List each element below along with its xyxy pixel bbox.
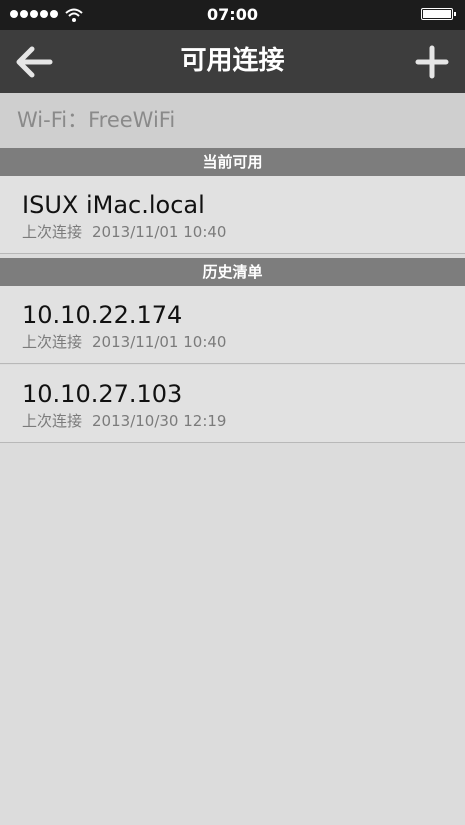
wifi-status-row: Wi-Fi：FreeWiFi [0, 93, 465, 148]
last-connected-label: 上次连接 [22, 223, 83, 241]
connection-name: 10.10.27.103 [22, 380, 183, 408]
list-item[interactable]: 10.10.27.103 上次连接 2013/10/30 12:19 [0, 365, 465, 443]
last-connected-time: 2013/11/01 10:40 [92, 223, 227, 241]
last-connected-time: 2013/10/30 12:19 [92, 412, 227, 430]
last-connected-label: 上次连接 [22, 412, 83, 430]
last-connected: 上次连接 2013/10/30 12:19 [22, 411, 226, 431]
status-bar: 07:00 [0, 0, 465, 30]
last-connected: 上次连接 2013/11/01 10:40 [22, 222, 226, 242]
connection-name: 10.10.22.174 [22, 301, 183, 329]
battery-icon [421, 8, 456, 20]
page-title: 可用连接 [180, 46, 285, 76]
add-button[interactable] [408, 42, 456, 82]
plus-icon [415, 45, 449, 79]
nav-bar: 可用连接 [0, 30, 465, 93]
connection-name: ISUX iMac.local [22, 191, 205, 219]
wifi-network-label: Wi-Fi：FreeWiFi [17, 108, 176, 132]
list-item[interactable]: ISUX iMac.local 上次连接 2013/11/01 10:40 [0, 176, 465, 254]
section-header-current: 当前可用 [0, 148, 465, 176]
list-item[interactable]: 10.10.22.174 上次连接 2013/11/01 10:40 [0, 286, 465, 364]
last-connected: 上次连接 2013/11/01 10:40 [22, 332, 226, 352]
status-time: 07:00 [207, 5, 258, 24]
last-connected-time: 2013/11/01 10:40 [92, 333, 227, 351]
section-header-history: 历史清单 [0, 258, 465, 286]
last-connected-label: 上次连接 [22, 333, 83, 351]
